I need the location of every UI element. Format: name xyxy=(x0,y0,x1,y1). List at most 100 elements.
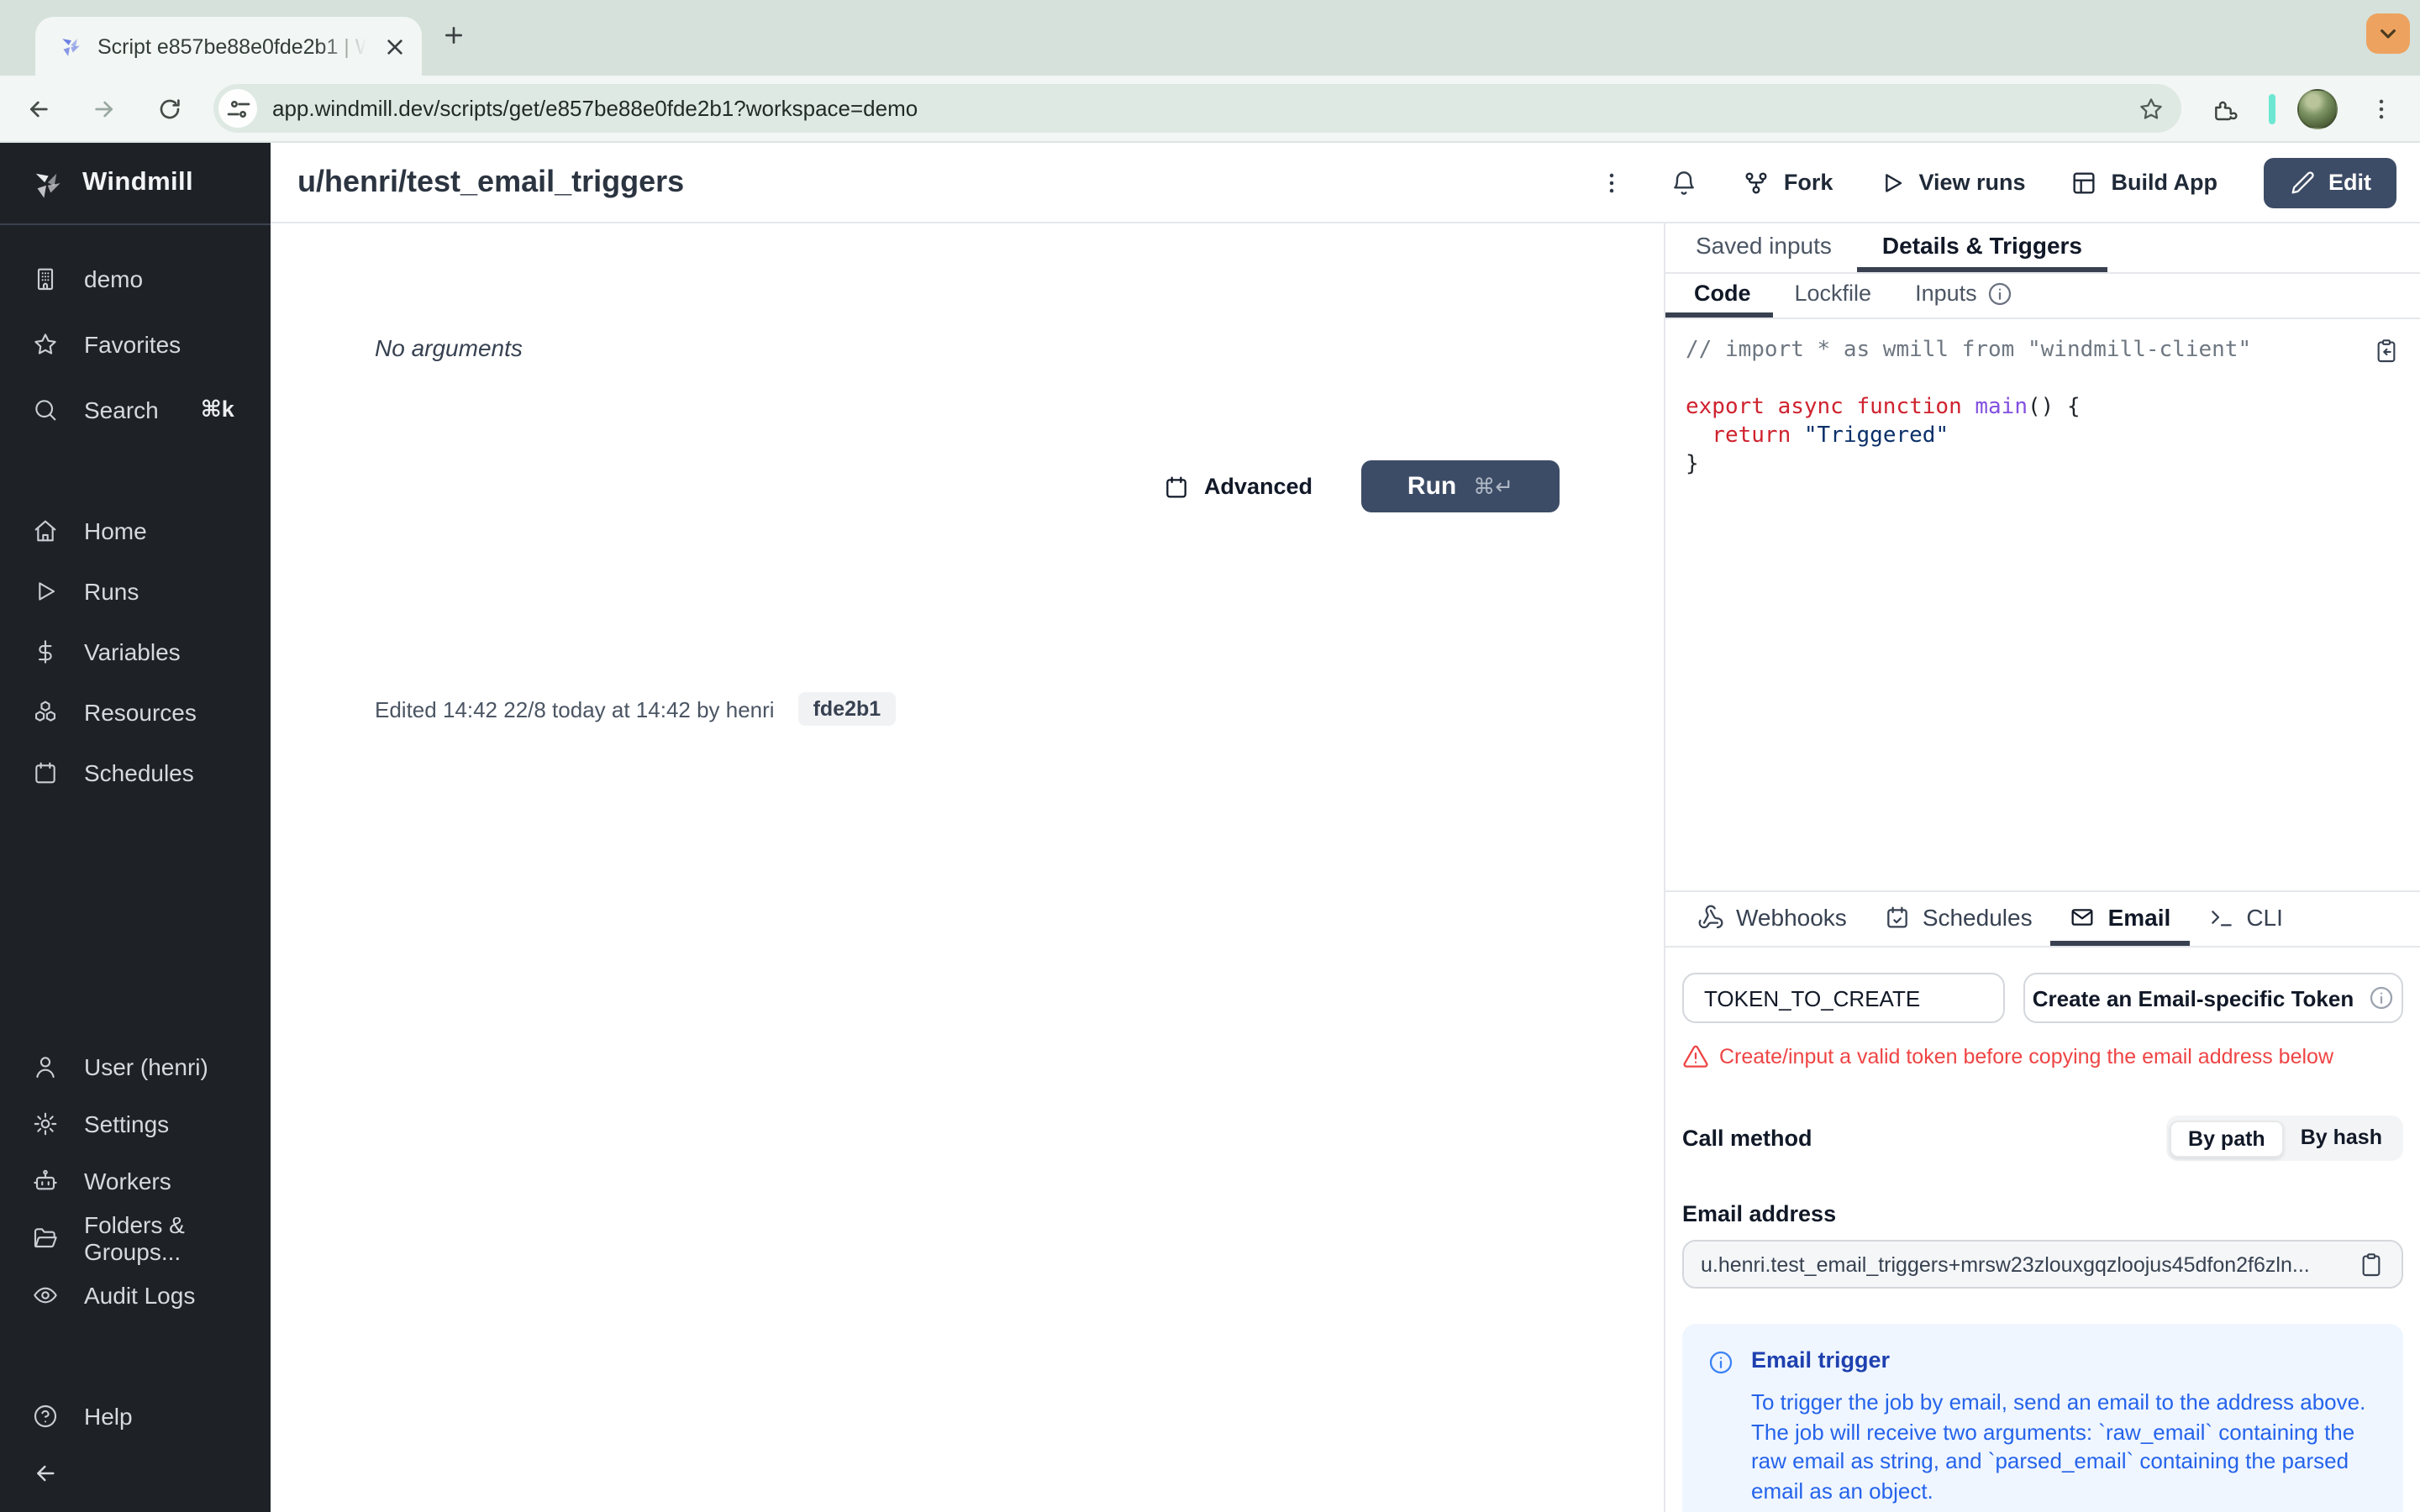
copy-code-button[interactable] xyxy=(2373,338,2400,365)
sidebar: Windmill demo Favorites Search ⌘k Home R… xyxy=(0,143,271,1512)
create-token-button[interactable]: Create an Email-specific Token xyxy=(2023,973,2403,1023)
site-settings-icon[interactable] xyxy=(218,89,257,128)
more-options-kebab-icon[interactable] xyxy=(1599,169,1626,196)
new-tab-button[interactable] xyxy=(440,22,467,57)
webhook-icon xyxy=(1697,903,1724,930)
sidebar-item-user[interactable]: User (henri) xyxy=(0,1038,271,1095)
calendar-icon xyxy=(32,759,59,786)
help-circle-icon xyxy=(32,1403,59,1430)
sidebar-collapse-button[interactable] xyxy=(0,1445,271,1502)
forward-button[interactable] xyxy=(82,87,126,130)
eye-icon xyxy=(32,1282,59,1309)
terminal-icon xyxy=(2207,903,2234,930)
info-circle-icon xyxy=(1707,1347,1734,1505)
tab-lockfile[interactable]: Lockfile xyxy=(1773,274,1894,318)
sidebar-item-folders-groups[interactable]: Folders & Groups... xyxy=(0,1210,271,1267)
browser-toolbar: app.windmill.dev/scripts/get/e857be88e0f… xyxy=(0,76,2420,143)
bell-icon[interactable] xyxy=(1671,169,1698,196)
page-title: u/henri/test_email_triggers xyxy=(297,165,685,198)
alert-triangle-icon xyxy=(1682,1043,1709,1070)
fork-button[interactable]: Fork xyxy=(1744,169,1833,196)
browser-tab-strip: Script e857be88e0fde2b1 | Windmill xyxy=(0,0,2420,76)
layout-icon xyxy=(2071,169,2098,196)
screen: Script e857be88e0fde2b1 | Windmill app.w… xyxy=(0,0,2420,1512)
brand-name: Windmill xyxy=(82,168,194,197)
reload-button[interactable] xyxy=(148,87,192,130)
tab-webhooks[interactable]: Webhooks xyxy=(1679,892,1865,946)
fork-icon xyxy=(1744,169,1770,196)
sidebar-item-label: demo xyxy=(84,265,144,292)
tab-email[interactable]: Email xyxy=(2050,892,2190,946)
code-viewer[interactable]: // import * as wmill from "windmill-clie… xyxy=(1665,319,2420,892)
sidebar-item-favorites[interactable]: Favorites xyxy=(0,314,271,375)
user-icon xyxy=(32,1053,59,1080)
edited-meta-row: Edited 14:42 22/8 today at 14:42 by henr… xyxy=(375,692,897,726)
edit-button[interactable]: Edit xyxy=(2263,157,2396,207)
robot-icon xyxy=(32,1168,59,1194)
tab-cli[interactable]: CLI xyxy=(2189,892,2302,946)
play-icon xyxy=(32,578,59,605)
url-text: app.windmill.dev/scripts/get/e857be88e0f… xyxy=(272,96,918,121)
token-row: Create an Email-specific Token xyxy=(1682,973,2403,1023)
arrow-left-icon xyxy=(32,1460,59,1487)
header-actions: Fork View runs Build App Edit xyxy=(1599,157,2396,207)
tab-schedules[interactable]: Schedules xyxy=(1865,892,2051,946)
bookmark-star-icon[interactable] xyxy=(2138,95,2165,122)
version-hash-badge[interactable]: fde2b1 xyxy=(797,692,897,726)
home-icon xyxy=(32,517,59,544)
sidebar-item-home[interactable]: Home xyxy=(0,501,271,561)
browser-tab[interactable]: Script e857be88e0fde2b1 | Windmill xyxy=(35,17,422,76)
mail-icon xyxy=(2070,903,2096,930)
sidebar-item-settings[interactable]: Settings xyxy=(0,1095,271,1152)
sidebar-item-resources[interactable]: Resources xyxy=(0,682,271,743)
window-chevron-badge[interactable] xyxy=(2366,13,2410,54)
build-app-button[interactable]: Build App xyxy=(2071,169,2217,196)
email-address-label: Email address xyxy=(1682,1201,1837,1226)
sidebar-item-label: Settings xyxy=(84,1110,170,1137)
clipboard-icon[interactable] xyxy=(2358,1251,2385,1278)
run-button[interactable]: Run ⌘↵ xyxy=(1361,460,1560,512)
by-hash-option[interactable]: By hash xyxy=(2284,1120,2399,1157)
sidebar-item-help[interactable]: Help xyxy=(0,1388,271,1445)
info-box-title: Email trigger xyxy=(1751,1347,1891,1373)
tab-details-triggers[interactable]: Details & Triggers xyxy=(1856,223,2107,272)
code-tab-bar: Code Lockfile Inputs xyxy=(1665,274,2420,319)
call-method-row: Call method By path By hash xyxy=(1682,1116,2403,1161)
edited-text: Edited 14:42 22/8 today at 14:42 by henr… xyxy=(375,696,775,722)
sidebar-item-audit-logs[interactable]: Audit Logs xyxy=(0,1267,271,1324)
url-bar[interactable]: app.windmill.dev/scripts/get/e857be88e0f… xyxy=(213,84,2181,133)
sidebar-item-label: Search xyxy=(84,396,159,423)
extensions-puzzle-icon[interactable] xyxy=(2203,87,2247,130)
sidebar-item-search[interactable]: Search ⌘k xyxy=(0,380,271,440)
sidebar-item-schedules[interactable]: Schedules xyxy=(0,743,271,803)
email-trigger-info-box: Email trigger To trigger the job by emai… xyxy=(1682,1324,2403,1512)
sidebar-item-label: Workers xyxy=(84,1168,171,1194)
by-path-option[interactable]: By path xyxy=(2170,1120,2284,1157)
sidebar-item-runs[interactable]: Runs xyxy=(0,561,271,622)
sidebar-item-label: Runs xyxy=(84,578,139,605)
back-button[interactable] xyxy=(17,87,60,130)
windmill-logo[interactable]: Windmill xyxy=(0,143,271,225)
close-icon[interactable] xyxy=(381,33,408,60)
panels: No arguments Advanced Run ⌘↵ Edited 14:4… xyxy=(271,223,2420,1512)
no-arguments-text: No arguments xyxy=(375,334,523,361)
content: u/henri/test_email_triggers Fork View ru… xyxy=(271,143,2420,1512)
tab-code[interactable]: Code xyxy=(1665,274,1773,318)
browser-menu-kebab-icon[interactable] xyxy=(2360,87,2403,130)
star-icon xyxy=(32,331,59,358)
email-trigger-section: Create an Email-specific Token Create/in… xyxy=(1665,948,2420,1512)
tab-inputs[interactable]: Inputs xyxy=(1893,274,2036,318)
search-icon xyxy=(32,396,59,423)
token-input[interactable] xyxy=(1682,973,2005,1023)
tab-saved-inputs[interactable]: Saved inputs xyxy=(1670,223,1857,272)
gear-icon xyxy=(32,1110,59,1137)
sidebar-item-workspace-demo[interactable]: demo xyxy=(0,249,271,309)
view-runs-button[interactable]: View runs xyxy=(1878,169,2026,196)
sidebar-item-label: Help xyxy=(84,1403,133,1430)
calendar-icon xyxy=(1164,473,1191,500)
sidebar-item-variables[interactable]: Variables xyxy=(0,622,271,682)
email-address-field[interactable]: u.henri.test_email_triggers+mrsw23zlouxg… xyxy=(1682,1240,2403,1289)
browser-profile-avatar[interactable] xyxy=(2297,88,2338,129)
advanced-button[interactable]: Advanced xyxy=(1164,473,1313,500)
sidebar-item-workers[interactable]: Workers xyxy=(0,1152,271,1210)
